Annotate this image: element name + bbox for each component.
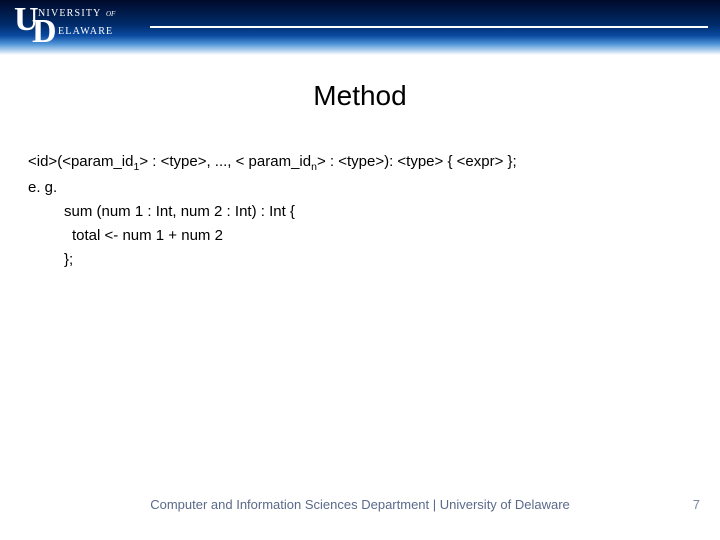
- page-number: 7: [693, 497, 700, 512]
- syntax-line: <id>(<param_id1> : <type>, ..., < param_…: [28, 150, 692, 176]
- logo-of-text: OF: [106, 10, 116, 18]
- ud-logo: U NIVERSITY OF D ELAWARE: [14, 2, 144, 53]
- code-line-2: total <- num 1 + num 2: [28, 224, 692, 248]
- eg-line: e. g.: [28, 176, 692, 200]
- header-rule: [150, 26, 708, 28]
- slide: U NIVERSITY OF D ELAWARE Method <id>(<pa…: [0, 0, 720, 540]
- slide-title: Method: [0, 80, 720, 112]
- syntax-post: > : <type>): <type> { <expr> };: [317, 153, 517, 170]
- svg-text:D: D: [32, 13, 57, 48]
- slide-body: <id>(<param_id1> : <type>, ..., < param_…: [28, 150, 692, 272]
- footer-text: Computer and Information Sciences Depart…: [0, 497, 720, 512]
- code-line-1: sum (num 1 : Int, num 2 : Int) : Int {: [28, 200, 692, 224]
- code-line-3: };: [28, 248, 692, 272]
- syntax-pre: <id>(<param_id: [28, 153, 133, 170]
- syntax-mid: > : <type>, ..., < param_id: [139, 153, 311, 170]
- logo-bottom-text: ELAWARE: [58, 26, 113, 37]
